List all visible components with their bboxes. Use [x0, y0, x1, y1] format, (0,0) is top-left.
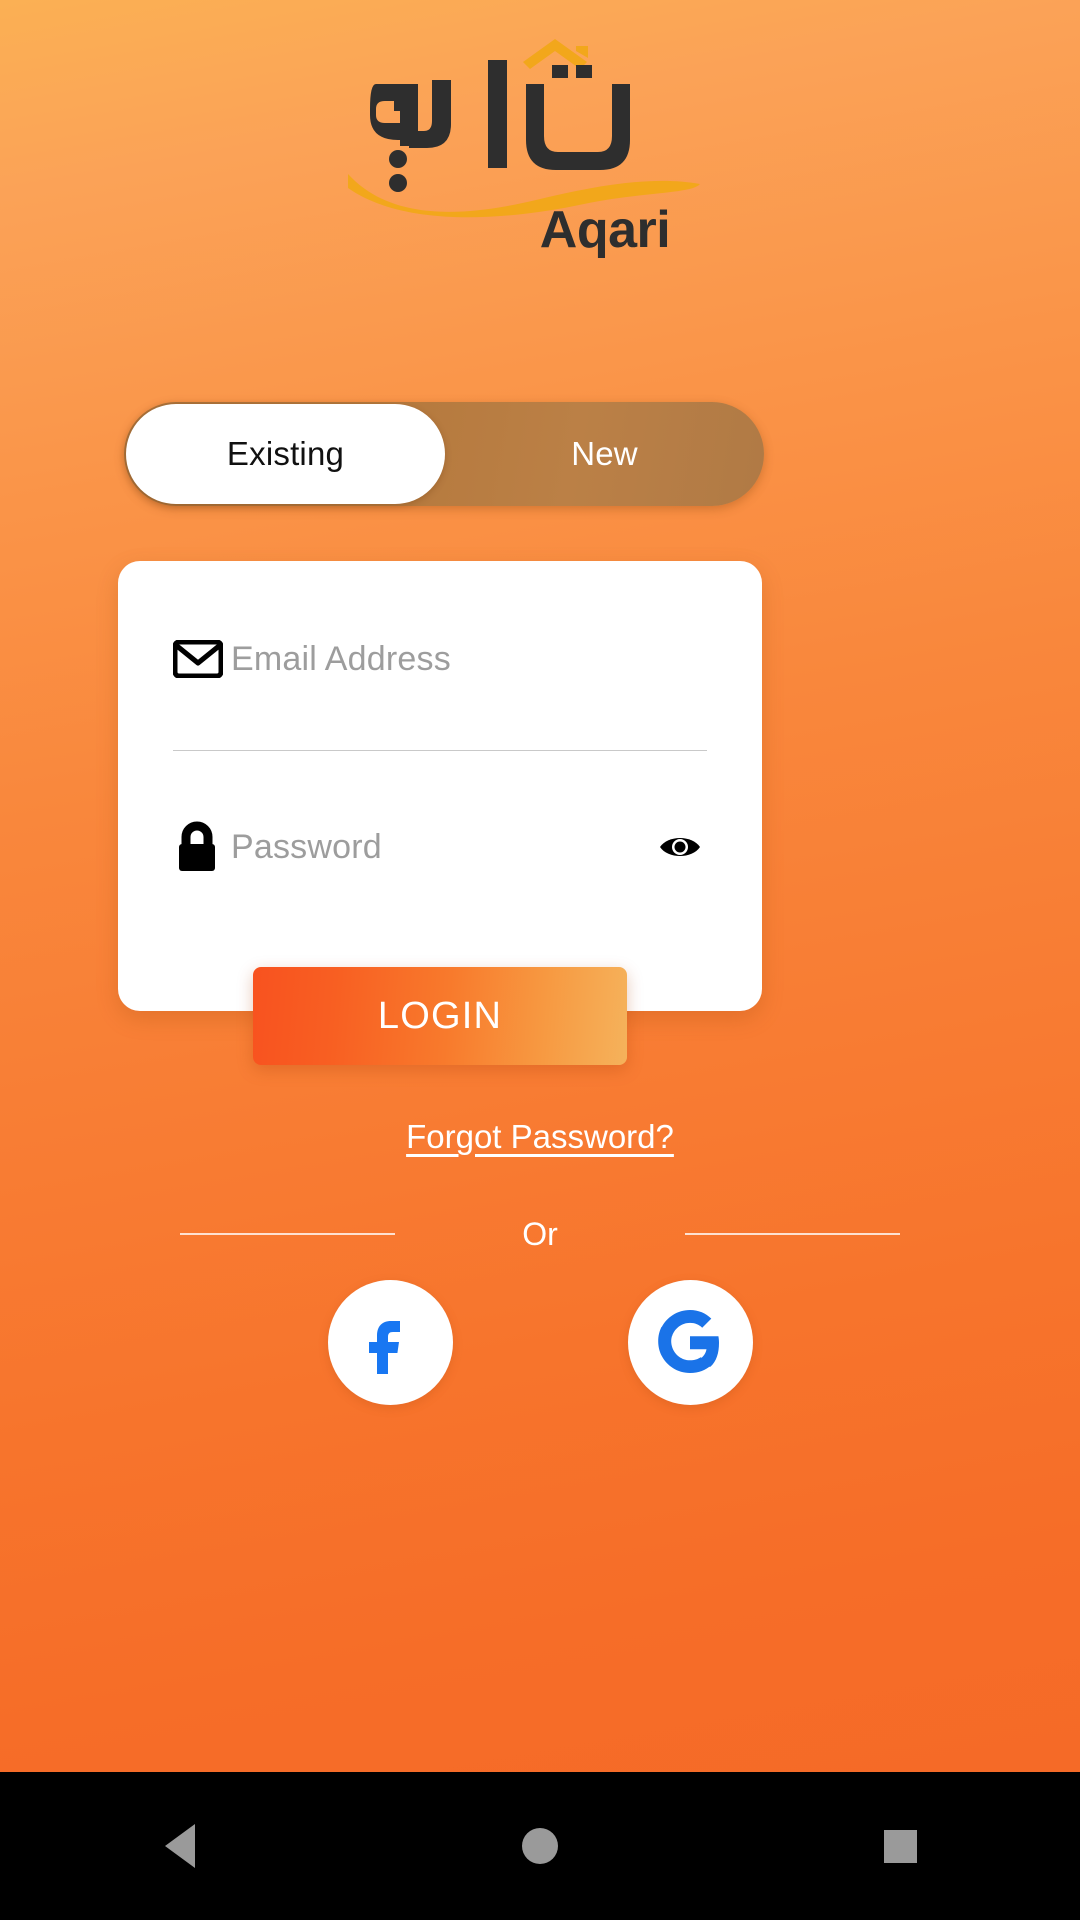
- divider-line-right: [685, 1233, 900, 1235]
- logo-latin-wordmark: Aqari: [539, 201, 671, 259]
- social-login-row: [0, 1280, 1080, 1405]
- forgot-password-label: Forgot Password?: [406, 1118, 674, 1155]
- facebook-icon: [369, 1320, 400, 1374]
- password-input[interactable]: Password: [231, 828, 653, 867]
- facebook-login-button[interactable]: [327, 1280, 453, 1405]
- login-screen: Aqari Existing New Email Address Passwor…: [0, 0, 1080, 1772]
- envelope-icon: [173, 640, 231, 678]
- google-login-button[interactable]: [627, 1280, 753, 1405]
- email-input[interactable]: Email Address: [231, 640, 707, 679]
- logo-mark: Aqari: [340, 22, 740, 259]
- nav-recents-button[interactable]: [840, 1772, 960, 1920]
- login-button[interactable]: LOGIN: [253, 967, 627, 1065]
- toggle-option-new[interactable]: New: [445, 402, 764, 506]
- nav-home-button[interactable]: [480, 1772, 600, 1920]
- house-roof-icon: [523, 39, 588, 69]
- nav-back-button[interactable]: [120, 1772, 240, 1920]
- arabic-wordmark: [370, 60, 630, 192]
- app-logo: Aqari: [0, 22, 1080, 259]
- eye-icon[interactable]: [653, 832, 707, 862]
- recent-square-icon: [883, 1829, 917, 1863]
- password-field-row[interactable]: Password: [173, 801, 707, 893]
- lock-icon: [173, 821, 231, 873]
- divider-line-left: [180, 1233, 395, 1235]
- toggle-option-existing[interactable]: Existing: [126, 404, 445, 504]
- home-circle-icon: [522, 1828, 558, 1864]
- google-icon: [658, 1309, 719, 1373]
- login-form-card: Email Address Password: [118, 561, 762, 1011]
- account-mode-toggle[interactable]: Existing New: [124, 402, 764, 506]
- or-divider: Or: [180, 1212, 900, 1256]
- email-field-row[interactable]: Email Address: [173, 613, 707, 705]
- divider-label: Or: [522, 1215, 558, 1252]
- forgot-password-link[interactable]: Forgot Password?: [0, 1118, 1080, 1156]
- back-triangle-icon: [165, 1824, 195, 1868]
- field-separator: [173, 750, 707, 751]
- android-navigation-bar: [0, 1772, 1080, 1920]
